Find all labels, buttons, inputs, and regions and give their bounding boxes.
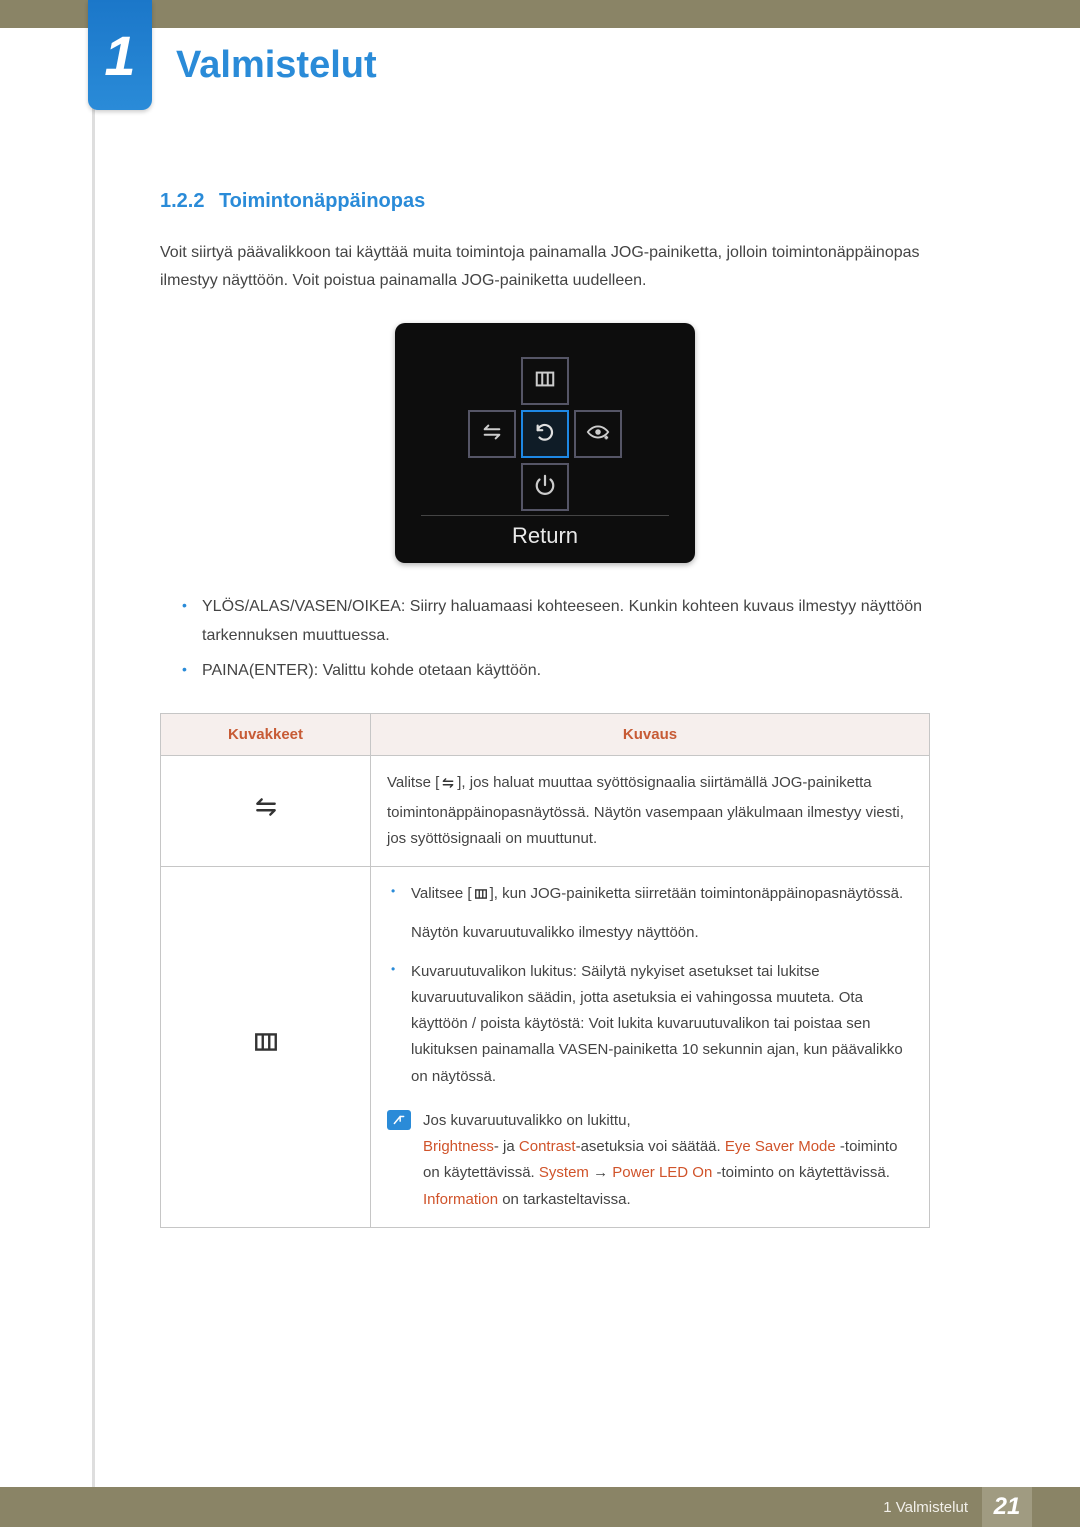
note-line2: Brightness- ja Contrast-asetuksia voi sä… [423, 1134, 913, 1213]
source-swap-icon [481, 421, 503, 448]
list-item: PAINA(ENTER): Valittu kohde otetaan käyt… [182, 657, 930, 686]
note-line1: Jos kuvaruutuvalikko on lukittu, [423, 1108, 913, 1134]
chapter-number: 1 [104, 23, 135, 88]
footer-bar: 1 Valmistelut 21 [0, 1487, 1080, 1527]
list-item: Kuvaruutuvalikon lukitus: Säilytä nykyis… [387, 959, 913, 1090]
intro-paragraph: Voit siirtyä päävalikkoon tai käyttää mu… [160, 239, 930, 295]
row2-bullet-list: Valitsee [ ], kun JOG-painiketta siirretä… [387, 881, 913, 1090]
osd-up-cell [521, 357, 569, 405]
menu-icon [251, 1042, 281, 1059]
chapter-title: Valmistelut [176, 44, 377, 87]
row2-b1-line2: Näytön kuvaruutuvalikko ilmestyy näyttöö… [411, 924, 699, 941]
row2-desc-cell: Valitsee [ ], kun JOG-painiketta siirretä… [371, 867, 930, 1228]
row1-desc-cell: Valitse [], jos haluat muuttaa syöttösig… [371, 756, 930, 867]
table-row: Valitsee [ ], kun JOG-painiketta siirretä… [161, 867, 930, 1228]
table-header-icons: Kuvakkeet [161, 714, 371, 756]
menu-icon [534, 368, 556, 395]
row2-b1-after: ], kun JOG-painiketta siirretään toimint… [490, 885, 904, 902]
list-item: YLÖS/ALAS/VASEN/OIKEA: Siirry haluamaasi… [182, 593, 930, 651]
row1-icon-cell [161, 756, 371, 867]
list-item: Valitsee [ ], kun JOG-painiketta siirretä… [387, 881, 913, 947]
table-row: Valitse [], jos haluat muuttaa syöttösig… [161, 756, 930, 867]
row1-text-before: Valitse [ [387, 774, 439, 791]
page-number-badge: 21 [982, 1487, 1032, 1527]
hl-eye-saver: Eye Saver Mode [725, 1138, 836, 1155]
note-text: Jos kuvaruutuvalikko on lukittu, Brightn… [423, 1108, 913, 1213]
chapter-number-badge: 1 [88, 0, 152, 110]
osd-button-grid [468, 357, 622, 511]
instruction-list: YLÖS/ALAS/VASEN/OIKEA: Siirry haluamaasi… [182, 593, 930, 685]
page-number: 21 [994, 1493, 1021, 1521]
hl-system: System [539, 1164, 589, 1181]
page-content: 1.2.2 Toimintonäppäinopas Voit siirtyä p… [160, 190, 930, 1228]
section-title: Toimintonäppäinopas [219, 190, 425, 212]
table-header-desc: Kuvaus [371, 714, 930, 756]
side-line [92, 0, 95, 1527]
osd-center-cell [521, 410, 569, 458]
row2-icon-cell [161, 867, 371, 1228]
top-banner [0, 0, 1080, 28]
note-block: Jos kuvaruutuvalikko on lukittu, Brightn… [387, 1104, 913, 1213]
row2-b1-before: Valitsee [ [411, 885, 472, 902]
section-heading: 1.2.2 Toimintonäppäinopas [160, 190, 930, 213]
footer-chapter-label: 1 Valmistelut [883, 1499, 968, 1516]
section-number: 1.2.2 [160, 190, 204, 212]
eye-plus-icon [586, 421, 610, 448]
icon-description-table: Kuvakkeet Kuvaus Valitse [], jos haluat … [160, 713, 930, 1228]
osd-down-cell [521, 463, 569, 511]
osd-left-cell [468, 410, 516, 458]
osd-return-label: Return [395, 523, 695, 549]
hl-information: Information [423, 1191, 498, 1208]
osd-separator [421, 515, 669, 516]
hl-brightness: Brightness [423, 1138, 494, 1155]
power-icon [534, 474, 556, 501]
menu-icon [472, 884, 490, 910]
source-swap-icon [251, 807, 281, 824]
source-swap-icon [439, 773, 457, 799]
osd-panel: Return [395, 323, 695, 563]
hl-power-led: Power LED On [612, 1164, 712, 1181]
osd-right-cell [574, 410, 622, 458]
note-icon [387, 1110, 411, 1130]
hl-contrast: Contrast [519, 1138, 576, 1155]
return-icon [534, 421, 556, 448]
row1-text-after: ], jos haluat muuttaa syöttösignaalia si… [387, 774, 904, 847]
